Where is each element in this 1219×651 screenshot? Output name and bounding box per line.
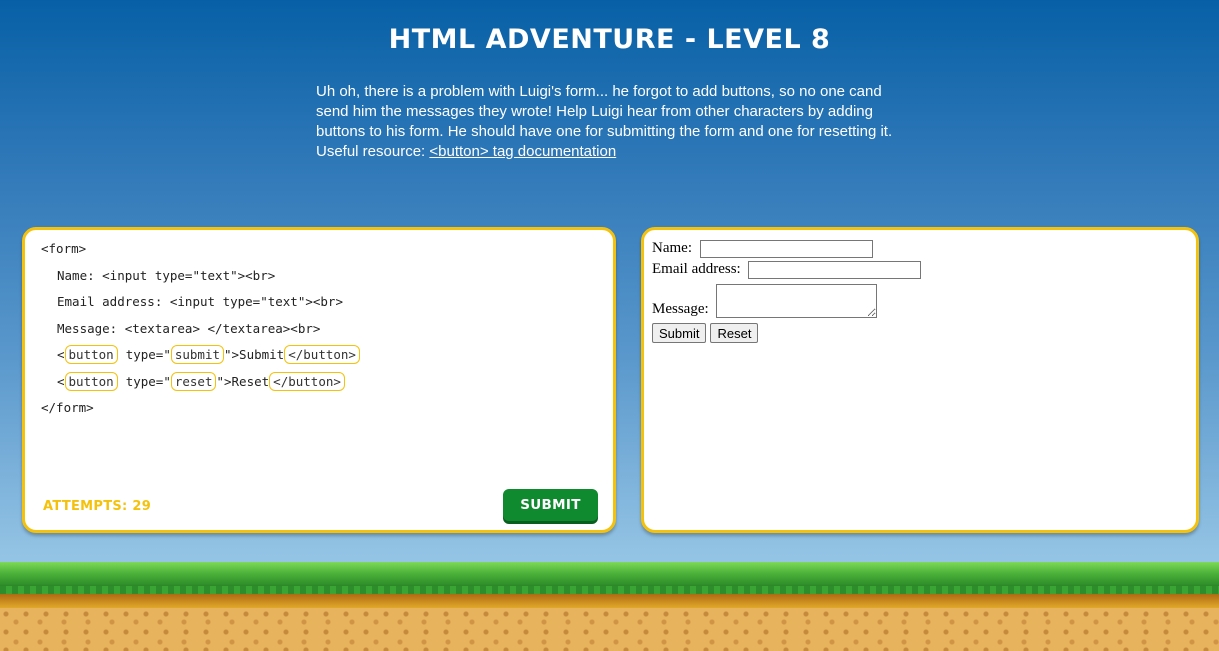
answer-slot-type[interactable]: submit: [170, 345, 224, 364]
name-label: Name:: [652, 240, 696, 256]
code-line: <form>: [41, 241, 87, 256]
message-label: Message:: [652, 301, 713, 317]
code-line: Name: <input type="text"><br>: [57, 267, 276, 283]
code-line-reset-button: < button type=" reset ">Reset </button>: [41, 371, 360, 402]
form-preview: Name: Email address: Message: Submit Rese…: [652, 238, 922, 345]
preview-reset-button[interactable]: Reset: [710, 323, 759, 343]
level-instructions: Uh oh, there is a problem with Luigi's f…: [316, 82, 916, 162]
preview-panel: Name: Email address: Message: Submit Rese…: [641, 227, 1199, 533]
email-label: Email address:: [652, 261, 745, 277]
message-textarea[interactable]: [716, 284, 878, 318]
page-title: HTML ADVENTURE - LEVEL 8: [388, 24, 831, 55]
dirt: [0, 608, 1219, 651]
attempts-counter: ATTEMPTS: 29: [43, 499, 152, 514]
ground-decoration: [0, 562, 1219, 651]
answer-slot-tag[interactable]: button: [64, 371, 118, 391]
code-line-submit-button: < button type=" submit ">Submit </button>: [41, 345, 360, 375]
code-block: <form> Name: <input type="text"><br> Ema…: [41, 242, 360, 428]
code-line: Email address: <input type="text"><br>: [57, 294, 343, 309]
answer-slot-close-tag[interactable]: </button>: [284, 345, 360, 364]
answer-slot-type[interactable]: reset: [170, 371, 217, 391]
code-editor-panel: <form> Name: <input type="text"><br> Ema…: [22, 227, 616, 533]
answer-slot-tag[interactable]: button: [64, 345, 118, 364]
preview-submit-button[interactable]: Submit: [652, 323, 707, 343]
name-input[interactable]: [699, 239, 873, 258]
email-input[interactable]: [748, 260, 922, 279]
code-line: </form>: [41, 400, 94, 415]
answer-slot-close-tag[interactable]: </button>: [269, 371, 345, 391]
intro-text: Uh oh, there is a problem with Luigi's f…: [316, 83, 893, 140]
resource-prefix: Useful resource:: [316, 143, 430, 160]
submit-answer-button[interactable]: SUBMIT: [503, 489, 598, 521]
button-docs-link[interactable]: <button> tag documentation: [429, 143, 616, 160]
